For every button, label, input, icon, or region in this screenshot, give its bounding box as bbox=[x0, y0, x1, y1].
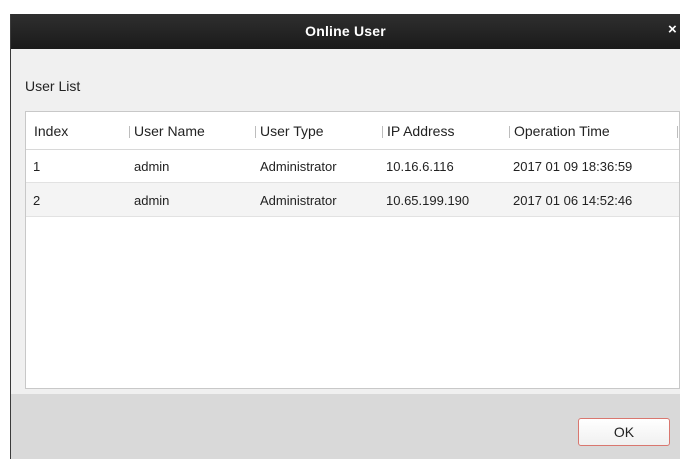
cell-user-name: admin bbox=[134, 193, 170, 208]
cell-ip-address: 10.65.199.190 bbox=[386, 193, 470, 208]
user-table: Index User Name User Type IP Address Ope… bbox=[25, 111, 680, 389]
cell-operation-time: 2017 01 09 18:36:59 bbox=[513, 159, 633, 174]
online-user-dialog: Online User × User List Index User Name … bbox=[10, 14, 680, 459]
title-bar[interactable]: Online User × bbox=[11, 14, 680, 49]
column-header-operation-time[interactable]: Operation Time bbox=[514, 123, 610, 139]
column-divider[interactable] bbox=[129, 126, 130, 138]
table-row[interactable]: 2 admin Administrator 10.65.199.190 2017… bbox=[26, 183, 679, 217]
column-header-ip-address[interactable]: IP Address bbox=[387, 123, 454, 139]
dialog-footer: OK bbox=[11, 394, 680, 459]
column-divider[interactable] bbox=[382, 126, 383, 138]
table-header: Index User Name User Type IP Address Ope… bbox=[26, 112, 679, 150]
cell-user-name: admin bbox=[134, 159, 170, 174]
column-divider[interactable] bbox=[255, 126, 256, 138]
cell-user-type: Administrator bbox=[260, 193, 337, 208]
cell-index: 2 bbox=[33, 193, 41, 208]
user-list-label: User List bbox=[25, 78, 81, 94]
cell-ip-address: 10.16.6.116 bbox=[386, 159, 454, 174]
dialog-title: Online User bbox=[305, 23, 386, 39]
close-icon[interactable]: × bbox=[668, 22, 680, 38]
column-divider[interactable] bbox=[509, 126, 510, 138]
column-header-user-name[interactable]: User Name bbox=[134, 123, 205, 139]
cell-operation-time: 2017 01 06 14:52:46 bbox=[513, 193, 633, 208]
cell-index: 1 bbox=[33, 159, 41, 174]
cell-user-type: Administrator bbox=[260, 159, 337, 174]
ok-button[interactable]: OK bbox=[578, 418, 670, 446]
table-row[interactable]: 1 admin Administrator 10.16.6.116 2017 0… bbox=[26, 149, 679, 183]
column-divider[interactable] bbox=[677, 126, 678, 138]
column-header-user-type[interactable]: User Type bbox=[260, 123, 324, 139]
column-header-index[interactable]: Index bbox=[34, 123, 68, 139]
